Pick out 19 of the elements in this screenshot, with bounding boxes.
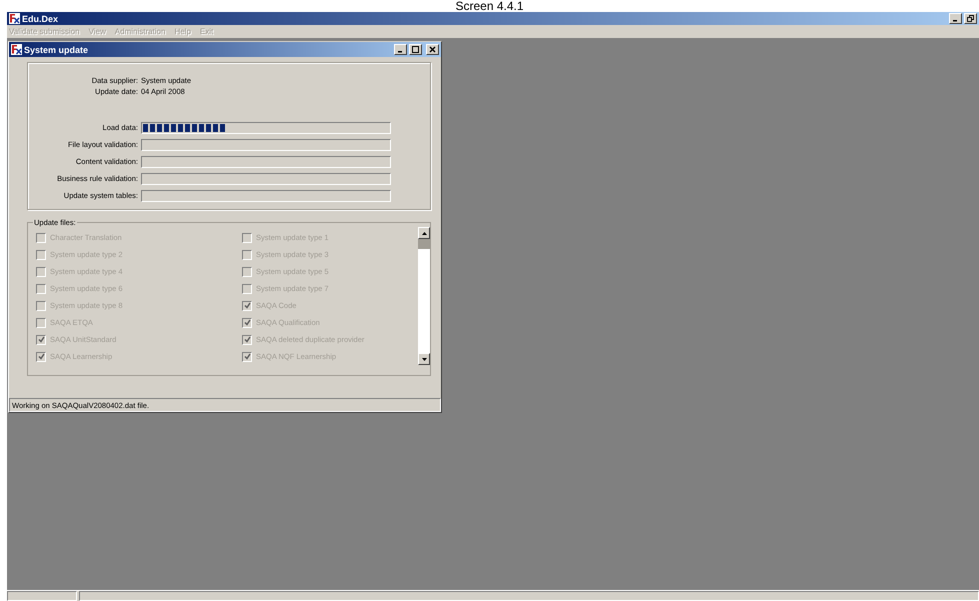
scroll-thumb[interactable]: [418, 239, 430, 249]
close-icon: [429, 46, 436, 53]
minimize-button[interactable]: [949, 13, 962, 24]
scroll-down-button[interactable]: [418, 353, 430, 365]
caption: Screen 4.4.1: [454, 0, 525, 12]
maximize-button[interactable]: [409, 44, 422, 55]
dialog-title: System update: [24, 44, 90, 54]
down-arrow-icon: [422, 358, 426, 360]
app-logo-icon: [11, 44, 22, 55]
max-icon: [412, 46, 419, 53]
window-title: Edu.Dex: [22, 14, 60, 24]
restore-icon: [967, 15, 974, 22]
close-button[interactable]: [426, 44, 439, 55]
up-arrow-icon: [422, 232, 426, 234]
restore-button[interactable]: [964, 13, 977, 24]
scroll-up-button[interactable]: [418, 227, 430, 239]
minimize-button[interactable]: [394, 44, 407, 55]
app-logo-icon: [9, 13, 20, 24]
scrollbar[interactable]: [418, 227, 430, 365]
